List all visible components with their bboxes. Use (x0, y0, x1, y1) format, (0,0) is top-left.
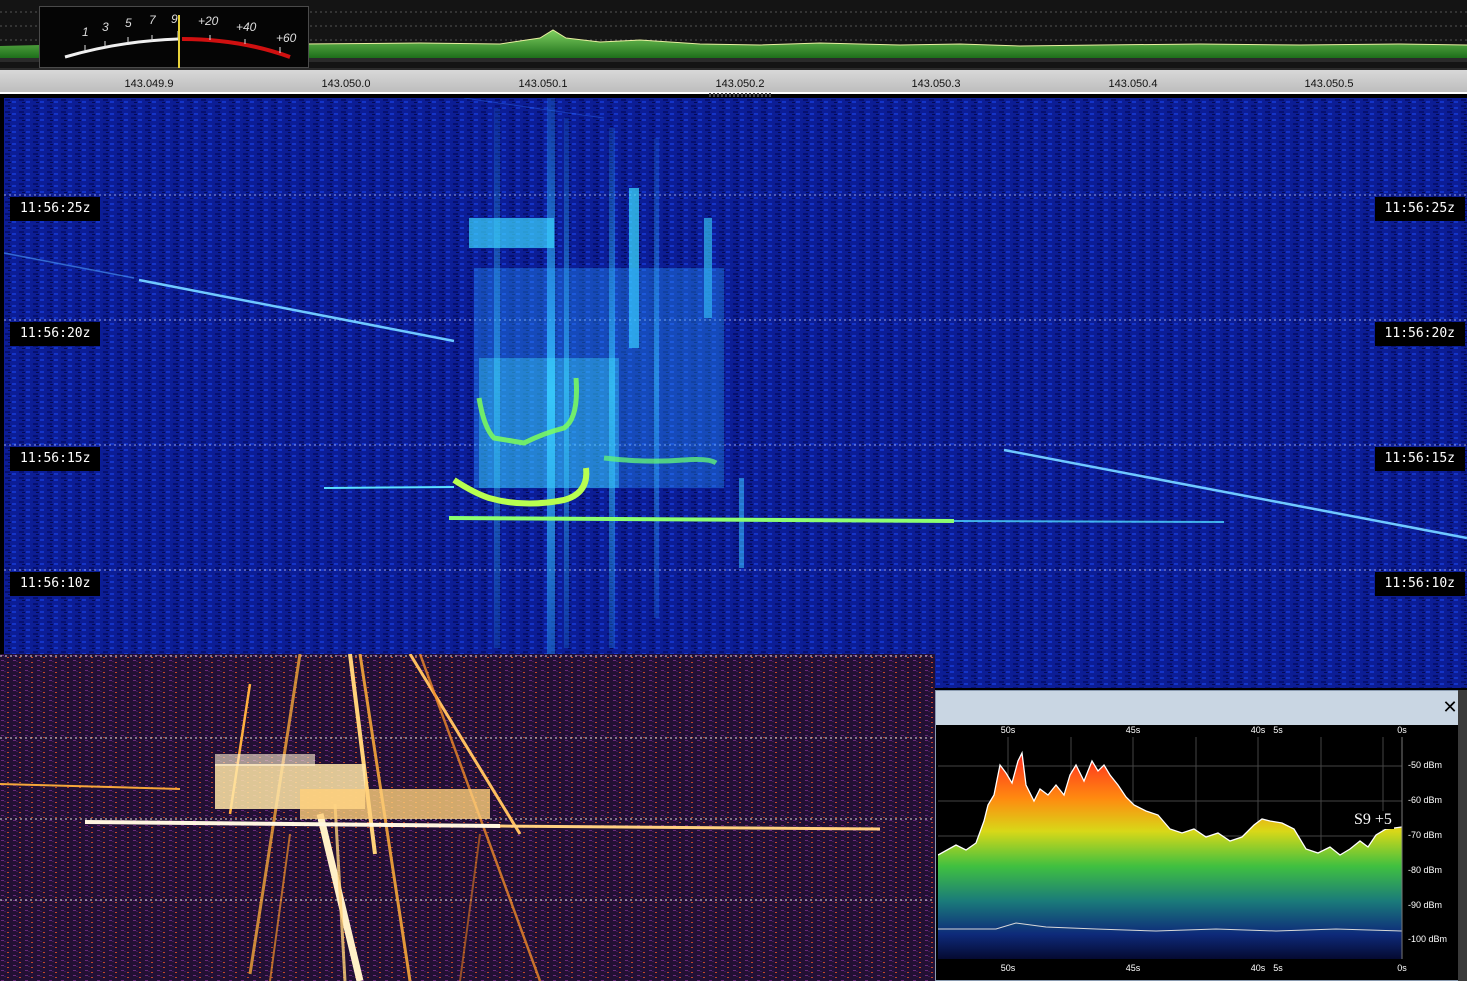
s-meter-label-1: 1 (82, 25, 89, 39)
s-meter-label-plus40: +40 (236, 20, 257, 34)
history-x-label: 45s (1125, 963, 1141, 973)
time-label-right: 11:56:15z (1374, 447, 1465, 471)
history-x-label: 5s (1273, 963, 1283, 973)
history-y-label: -80 dBm (1408, 865, 1443, 875)
window-titlebar[interactable]: ✕ (936, 691, 1466, 725)
history-y-label: -50 dBm (1408, 760, 1443, 770)
s-meter-label-plus60: +60 (276, 31, 297, 45)
s-meter-label-plus20: +20 (198, 14, 219, 28)
window-edge (1458, 690, 1467, 981)
frequency-label: 143.050.1 (518, 78, 568, 90)
time-label-left: 11:56:20z (10, 322, 101, 346)
history-x-label: 50s (1000, 963, 1016, 973)
s-meter-label-3: 3 (102, 20, 109, 34)
history-x-label: 50s (1000, 725, 1016, 735)
signal-history-window[interactable]: ✕ 50s 45s 40s 5s 0s 50s 45s 40s 5s 0s -5… (935, 690, 1467, 981)
s-meter: 1 3 5 7 9 +20 +40 +60 (39, 6, 309, 69)
time-label-left: 11:56:15z (10, 447, 101, 471)
signal-history-plot (938, 737, 1403, 959)
frequency-label: 143.050.4 (1108, 78, 1158, 90)
frequency-label: 143.049.9 (124, 78, 174, 90)
history-x-label: 0s (1397, 725, 1407, 735)
history-x-label: 40s (1250, 963, 1266, 973)
frequency-scale[interactable]: 143.049.9 143.050.0 143.050.1 143.050.2 … (0, 68, 1467, 94)
secondary-waterfall-image (0, 654, 935, 981)
s-meter-label-9: 9 (171, 12, 178, 26)
history-x-label: 40s (1250, 725, 1266, 735)
splitter-handle[interactable] (709, 93, 771, 97)
history-y-label: -90 dBm (1408, 900, 1443, 910)
history-x-label: 0s (1397, 963, 1407, 973)
secondary-waterfall[interactable] (0, 654, 935, 981)
waterfall-image (4, 98, 1467, 688)
history-x-label: 45s (1125, 725, 1141, 735)
time-label-right: 11:56:20z (1374, 322, 1465, 346)
s-meter-label-5: 5 (125, 16, 132, 30)
signal-history-chart: 50s 45s 40s 5s 0s 50s 45s 40s 5s 0s -50 … (936, 725, 1466, 980)
close-icon: ✕ (1442, 697, 1458, 717)
history-y-label: -100 dBm (1408, 934, 1448, 944)
time-label-right: 11:56:10z (1374, 572, 1465, 596)
time-label-right: 11:56:25z (1374, 197, 1465, 221)
spectrum-strip[interactable]: 1 3 5 7 9 +20 +40 +60 (0, 0, 1467, 69)
history-y-label: -60 dBm (1408, 795, 1443, 805)
time-label-left: 11:56:10z (10, 572, 101, 596)
s-meter-label-7: 7 (149, 13, 156, 27)
frequency-label: 143.050.0 (321, 78, 371, 90)
frequency-label: 143.050.3 (911, 78, 961, 90)
waterfall-display[interactable]: 11:56:25z 11:56:25z 11:56:20z 11:56:20z … (4, 98, 1467, 688)
history-y-label: -70 dBm (1408, 830, 1443, 840)
frequency-label: 143.050.2 (715, 78, 765, 90)
frequency-label: 143.050.5 (1304, 78, 1354, 90)
time-label-left: 11:56:25z (10, 197, 101, 221)
history-x-label: 5s (1273, 725, 1283, 735)
s-meter-readout: S9 +5 (1352, 811, 1394, 829)
